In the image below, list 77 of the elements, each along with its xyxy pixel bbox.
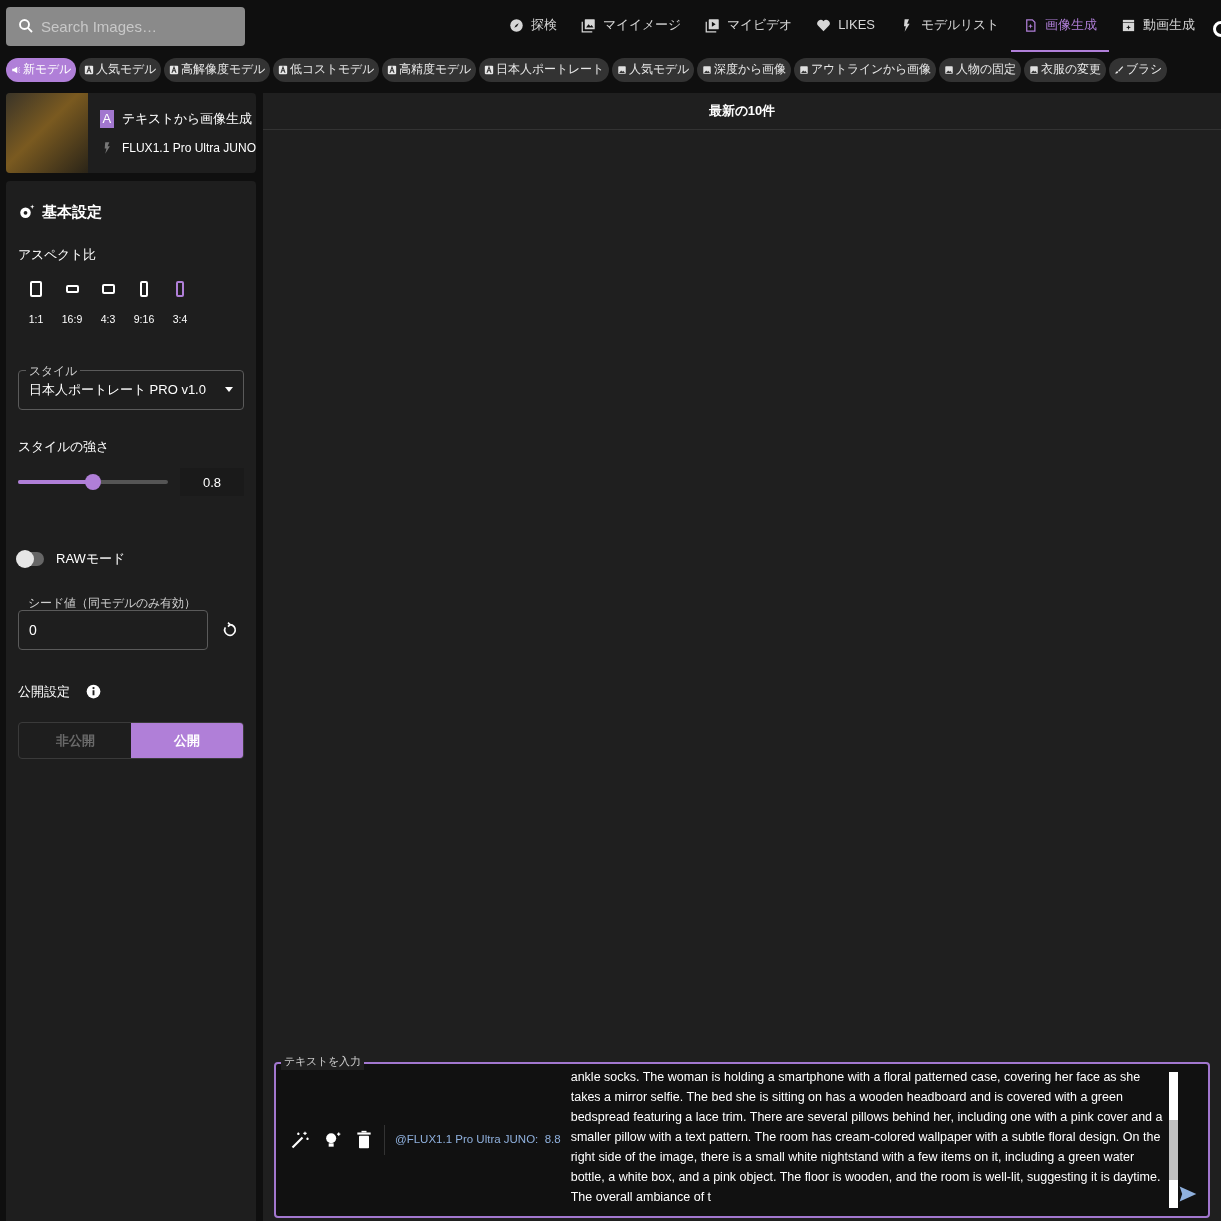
slider-thumb[interactable]	[85, 474, 101, 491]
aspect-option[interactable]: 9:16	[126, 280, 162, 328]
nav-tab[interactable]: マイイメージ	[569, 0, 694, 52]
category-chip[interactable]: 低コストモデル	[273, 58, 379, 82]
aspect-option[interactable]: 4:3	[90, 280, 126, 328]
image-icon	[702, 65, 712, 75]
toggle-label: RAWモード	[56, 550, 125, 569]
magic-wand-button[interactable]	[290, 1130, 310, 1150]
image-icon	[1029, 65, 1039, 75]
sparkle-image-icon	[1023, 17, 1038, 33]
megaphone-icon	[11, 65, 21, 75]
category-chip[interactable]: 深度から画像	[697, 58, 791, 82]
category-chip[interactable]: ブラシ	[1109, 58, 1167, 82]
refresh-button[interactable]	[222, 621, 238, 638]
model-name: FLUX1.1 Pro Ultra JUNO	[121, 139, 256, 157]
caret-icon	[225, 387, 233, 393]
trash-button[interactable]	[354, 1130, 374, 1150]
nav-tab[interactable]: LIKES	[804, 0, 887, 52]
category-chip[interactable]: アウトラインから画像	[794, 58, 936, 82]
aspect-option[interactable]: 16:9	[54, 280, 90, 328]
nav-tab[interactable]: 画像生成	[1011, 0, 1109, 52]
ratio-icon	[65, 285, 79, 293]
nav-tab[interactable]: 探検	[497, 0, 570, 52]
brush-icon	[1114, 65, 1124, 75]
results-title: 最新の10件	[708, 102, 776, 121]
refresh-icon	[222, 621, 238, 638]
ratio-icon	[176, 281, 184, 297]
nav-tab[interactable]: マイビデオ	[693, 0, 805, 52]
search-field[interactable]: Search Images…	[6, 6, 245, 46]
strength-slider[interactable]	[18, 474, 168, 491]
image-icon	[944, 65, 954, 75]
model-type: テキストから画像生成	[121, 110, 252, 129]
letter-a-icon	[169, 65, 179, 75]
image-icon	[617, 65, 627, 75]
model-card[interactable]: A テキストから画像生成 FLUX1.1 Pro Ultra JUNO	[6, 93, 256, 173]
raw-mode-toggle[interactable]	[18, 552, 44, 566]
section-title: 基本設定	[42, 202, 102, 222]
clapper-icon	[1121, 17, 1136, 33]
nav-tab[interactable]: 動画生成	[1109, 0, 1207, 52]
category-chip[interactable]: 人物の固定	[939, 58, 1021, 82]
category-chip[interactable]: 衣服の変更	[1024, 58, 1106, 82]
compass-icon	[509, 17, 525, 33]
category-chip[interactable]: 人気モデル	[79, 58, 161, 82]
send-icon	[1178, 1184, 1198, 1204]
images-icon	[581, 17, 597, 33]
letter-a-icon	[484, 65, 494, 75]
send-button[interactable]	[1178, 1184, 1198, 1204]
ratio-icon	[101, 284, 115, 294]
search-icon	[17, 16, 35, 35]
field-label: 公開設定	[18, 682, 70, 701]
image-icon	[799, 65, 809, 75]
model-score: @FLUX1.1 Pro Ultra JUNO: 8.8	[395, 1132, 561, 1148]
seed-field[interactable]: 0	[18, 609, 208, 650]
category-chip[interactable]: 日本人ポートレート	[479, 58, 609, 82]
category-chip[interactable]: 高精度モデル	[382, 58, 476, 82]
video-icon	[705, 17, 721, 33]
magic-wand-icon	[290, 1130, 310, 1150]
letter-a-icon	[278, 65, 288, 75]
info-icon	[86, 684, 101, 699]
heart-icon	[816, 17, 832, 33]
aspect-option[interactable]: 3:4	[162, 280, 198, 328]
prompt-input[interactable]: ankle socks. The woman is holding a smartphone with a floral patterned case, covering her face as she takes a mirror selfie. The bed she is sitting on has a wooden headboard and is covered with a green bedspread featuring a lace trim. There are several pillows behind her, including one with a pink cover and a smaller pillow with a text pattern. The room has cream-colored wallpaper with a subtle floral design. On the right side of the image, there is a small white nightstand with a few items on it, including a green water bottle, a white box, and a pink object. The floor is wooden, and the room is well-lit, suggesting it is daytime. The overall ambiance of t	[570, 1067, 1165, 1213]
letter-a-icon	[387, 65, 397, 75]
strength-value: 0.8	[180, 468, 244, 497]
field-label: アスペクト比	[18, 245, 97, 264]
type-badge: A	[99, 110, 114, 128]
category-chip[interactable]: 人気モデル	[612, 58, 694, 82]
trash-icon	[354, 1130, 374, 1150]
field-label: スタイルの強さ	[18, 437, 110, 456]
ratio-icon	[140, 281, 148, 297]
prompt-label: テキストを入力	[281, 1053, 364, 1070]
letter-a-icon	[84, 65, 94, 75]
category-chip[interactable]: 高解像度モデル	[164, 58, 270, 82]
scrollbar[interactable]	[1168, 1072, 1178, 1208]
aspect-option[interactable]: 1:1	[18, 280, 54, 328]
nav-tab[interactable]: モデルリスト	[887, 0, 1011, 52]
ratio-icon	[30, 281, 42, 297]
